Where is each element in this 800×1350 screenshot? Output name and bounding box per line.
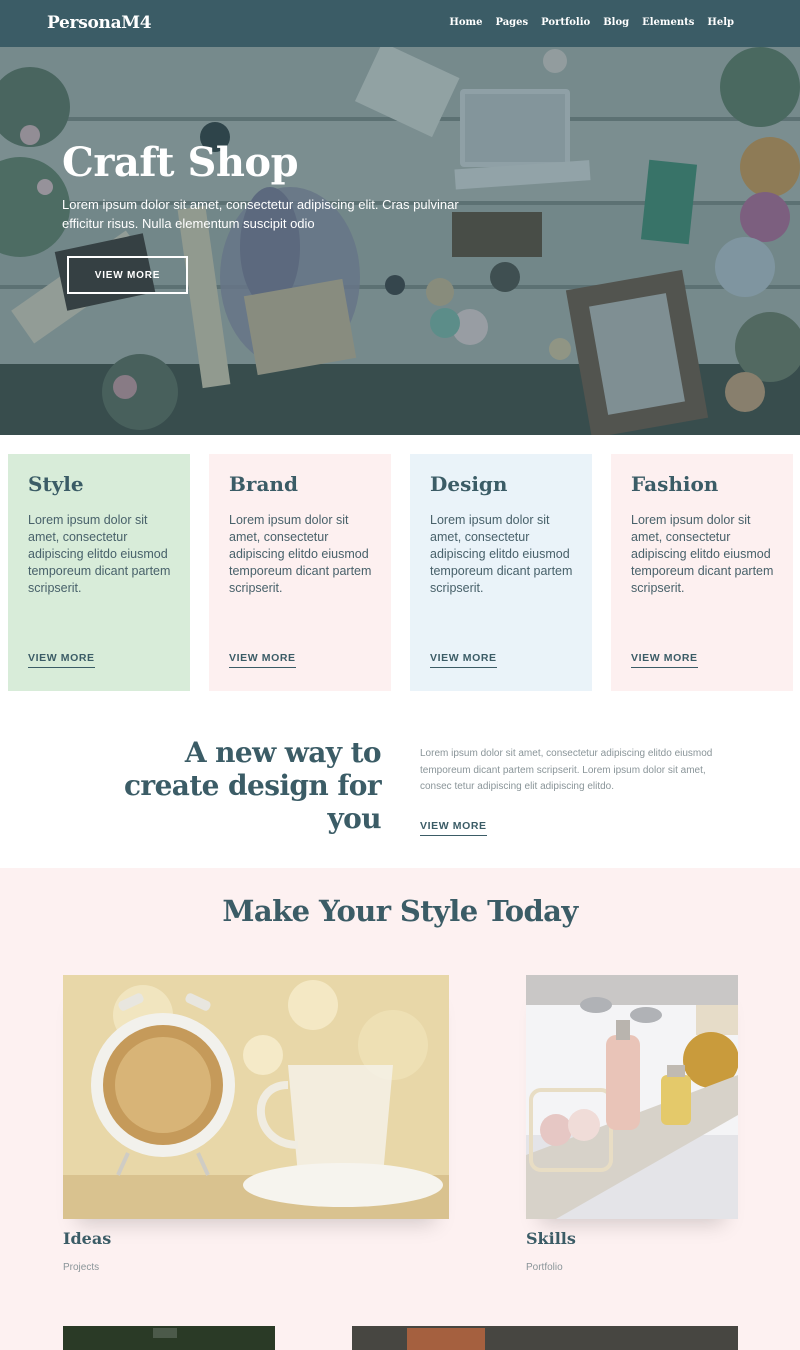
card-design: Design Lorem ipsum dolor sit amet, conse… bbox=[410, 454, 592, 691]
nav-link-pages[interactable]: Pages bbox=[495, 17, 528, 28]
portfolio-item-image-partial[interactable] bbox=[63, 1326, 275, 1350]
card-view-more-link[interactable]: VIEW MORE bbox=[430, 652, 497, 668]
hero-section: Craft Shop Lorem ipsum dolor sit amet, c… bbox=[0, 47, 800, 435]
card-title: Design bbox=[430, 472, 508, 496]
feature-heading: A new way to create design for you bbox=[123, 736, 382, 835]
card-brand: Brand Lorem ipsum dolor sit amet, consec… bbox=[209, 454, 391, 691]
hero-view-more-button[interactable]: VIEW MORE bbox=[67, 256, 188, 294]
nav-link-blog[interactable]: Blog bbox=[603, 17, 629, 28]
hero-overlay bbox=[0, 47, 800, 435]
coffee-alarm-clock-image[interactable] bbox=[63, 975, 449, 1219]
nav-link-help[interactable]: Help bbox=[707, 17, 734, 28]
card-title: Brand bbox=[229, 472, 298, 496]
card-title: Fashion bbox=[631, 472, 719, 496]
main-nav: Home Pages Portfolio Blog Elements Help bbox=[449, 17, 734, 28]
card-view-more-link[interactable]: VIEW MORE bbox=[28, 652, 95, 668]
card-text: Lorem ipsum dolor sit amet, consectetur … bbox=[631, 513, 774, 595]
card-text: Lorem ipsum dolor sit amet, consectetur … bbox=[28, 513, 171, 595]
card-text: Lorem ipsum dolor sit amet, consectetur … bbox=[229, 513, 372, 595]
partial-image-detail bbox=[153, 1328, 177, 1338]
card-style: Style Lorem ipsum dolor sit amet, consec… bbox=[8, 454, 190, 691]
nav-link-elements[interactable]: Elements bbox=[642, 17, 694, 28]
navbar: PersonaM4 Home Pages Portfolio Blog Elem… bbox=[0, 0, 800, 47]
card-title: Style bbox=[28, 472, 84, 496]
card-view-more-link[interactable]: VIEW MORE bbox=[631, 652, 698, 668]
style-section-heading: Make Your Style Today bbox=[222, 894, 578, 928]
style-section: Make Your Style Today Ideas Projects Ski… bbox=[0, 868, 800, 1350]
card-fashion: Fashion Lorem ipsum dolor sit amet, cons… bbox=[611, 454, 793, 691]
portfolio-subtitle: Projects bbox=[63, 1262, 100, 1273]
portfolio-title[interactable]: Ideas bbox=[63, 1229, 111, 1248]
hero-text: Lorem ipsum dolor sit amet, consectetur … bbox=[62, 197, 459, 231]
hero-title: Craft Shop bbox=[62, 139, 299, 186]
card-text: Lorem ipsum dolor sit amet, consectetur … bbox=[430, 513, 573, 595]
nav-link-home[interactable]: Home bbox=[449, 17, 482, 28]
bath-products-image[interactable] bbox=[526, 975, 738, 1219]
brand-logo[interactable]: PersonaM4 bbox=[47, 13, 152, 33]
partial-image-detail bbox=[407, 1328, 485, 1350]
feature-text: Lorem ipsum dolor sit amet, consectetur … bbox=[420, 748, 713, 792]
portfolio-item-ideas[interactable]: Ideas Projects bbox=[63, 975, 449, 1275]
portfolio-item-image-partial[interactable] bbox=[352, 1326, 738, 1350]
nav-link-portfolio[interactable]: Portfolio bbox=[541, 17, 590, 28]
feature-view-more-link[interactable]: VIEW MORE bbox=[420, 820, 487, 836]
portfolio-item-skills[interactable]: Skills Portfolio bbox=[526, 975, 738, 1275]
portfolio-subtitle: Portfolio bbox=[526, 1262, 563, 1273]
card-view-more-link[interactable]: VIEW MORE bbox=[229, 652, 296, 668]
portfolio-title[interactable]: Skills bbox=[526, 1229, 576, 1248]
